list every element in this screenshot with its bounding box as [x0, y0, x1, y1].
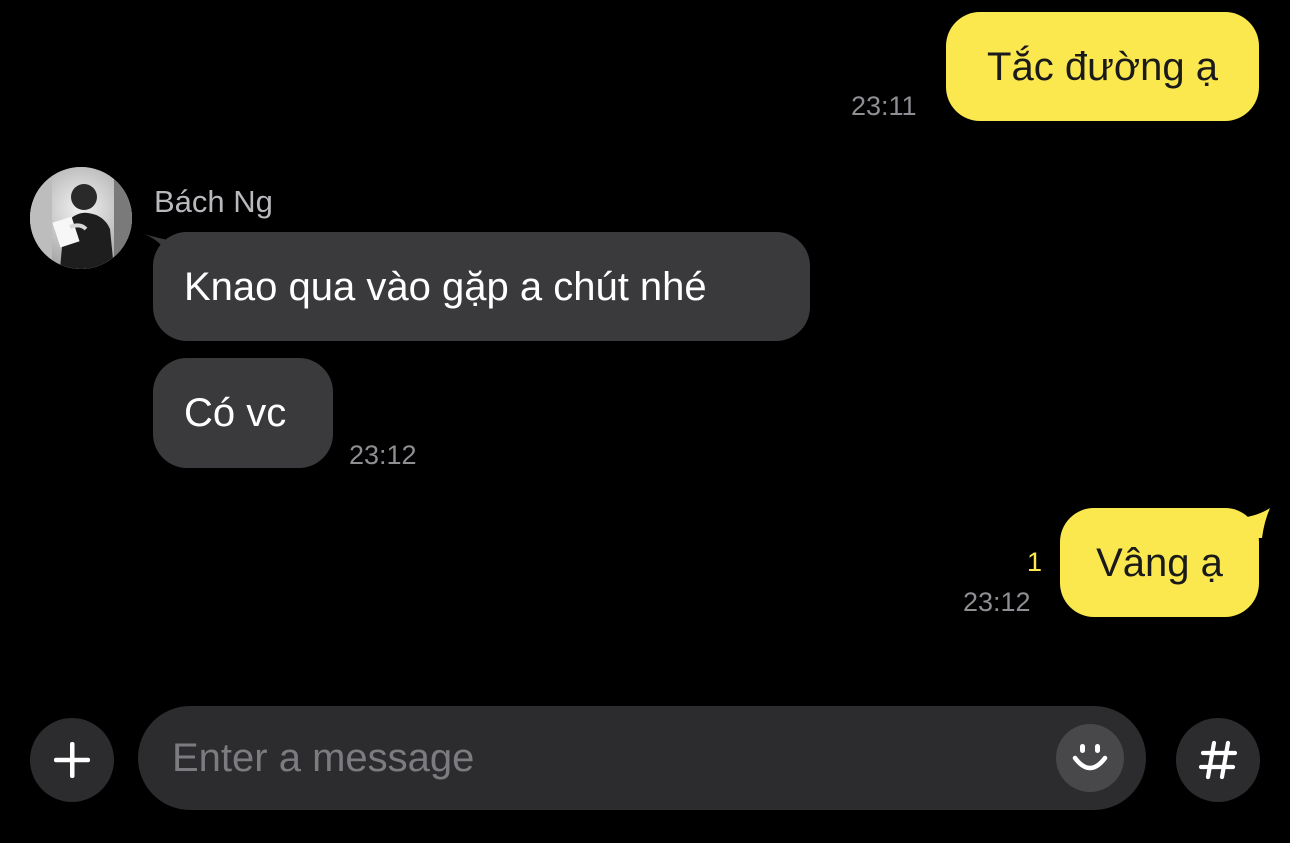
message-input-container — [138, 706, 1146, 810]
message-timestamp: 23:12 — [963, 587, 1031, 617]
emoji-button[interactable] — [1056, 724, 1124, 792]
add-attachment-button[interactable] — [30, 718, 114, 802]
message-timestamp: 23:12 — [349, 440, 417, 470]
hashtag-button[interactable] — [1176, 718, 1260, 802]
avatar-photo-icon — [30, 167, 132, 269]
message-text: Tắc đường ạ — [987, 44, 1218, 89]
message-input[interactable] — [172, 706, 1042, 810]
smiley-icon — [1072, 744, 1108, 771]
plus-icon — [54, 742, 90, 778]
incoming-message-bubble[interactable]: Knao qua vào gặp a chút nhé — [153, 232, 810, 341]
hash-icon — [1198, 740, 1238, 780]
outgoing-message-bubble[interactable]: Tắc đường ạ — [946, 12, 1259, 121]
avatar[interactable] — [30, 167, 132, 269]
incoming-message-bubble[interactable]: Có vc — [153, 358, 333, 468]
outgoing-message-bubble[interactable]: Vâng ạ — [1060, 508, 1259, 617]
unread-count: 1 — [1027, 547, 1043, 577]
sender-name: Bách Ng — [154, 184, 273, 219]
message-text: Vâng ạ — [1096, 540, 1223, 585]
message-text: Knao qua vào gặp a chút nhé — [184, 264, 707, 309]
message-text: Có vc — [184, 391, 287, 435]
message-timestamp: 23:11 — [851, 91, 917, 121]
